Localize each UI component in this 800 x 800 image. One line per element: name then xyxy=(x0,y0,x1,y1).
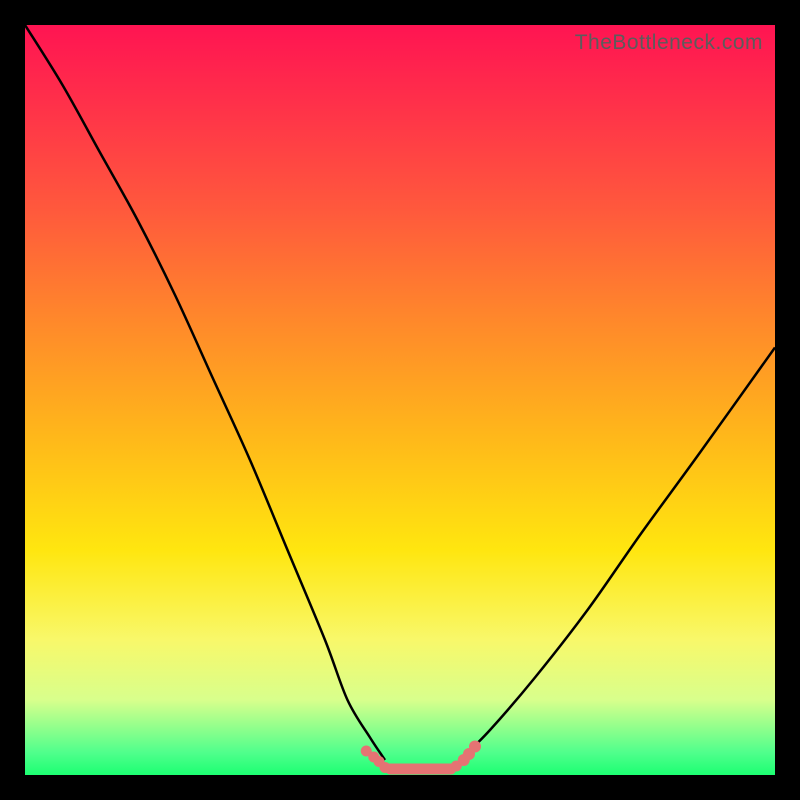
marker-dot xyxy=(451,761,462,772)
marker-dot xyxy=(469,741,481,753)
marker-dot xyxy=(380,762,391,773)
marker-group xyxy=(361,741,481,775)
plot-area: TheBottleneck.com xyxy=(25,25,775,775)
curve-right xyxy=(460,348,775,761)
curve-left xyxy=(25,25,385,760)
marker-bar xyxy=(385,764,456,775)
chart-overlay xyxy=(25,25,775,775)
chart-frame: TheBottleneck.com xyxy=(0,0,800,800)
